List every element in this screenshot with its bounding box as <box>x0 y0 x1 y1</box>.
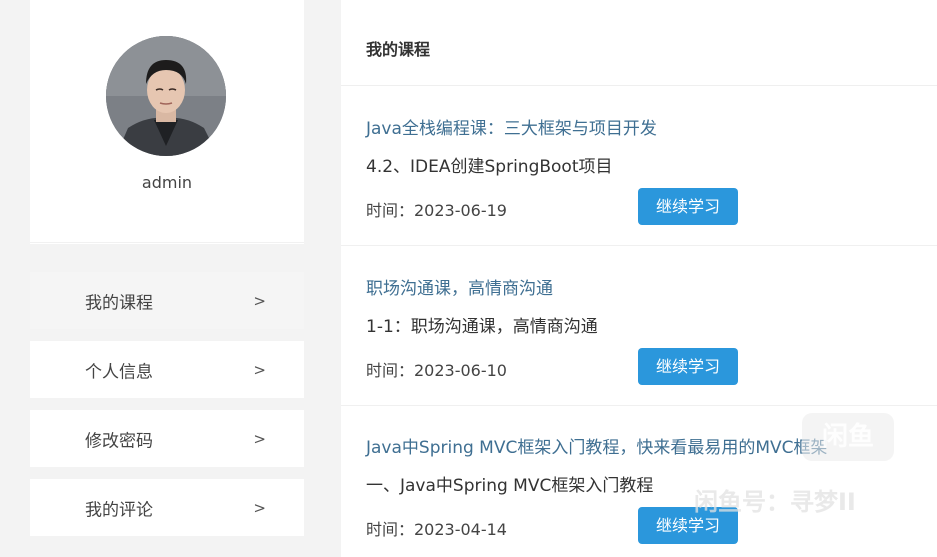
sidebar-item-label: 我的评论 <box>85 500 153 520</box>
sidebar-menu: 我的课程 > 个人信息 > 修改密码 > 我的评论 > <box>30 272 304 548</box>
chevron-right-icon: > <box>253 498 266 517</box>
watermark-logo: 闲鱼 <box>802 413 894 461</box>
course-time: 时间：2023-06-19 <box>366 201 507 220</box>
avatar[interactable] <box>106 36 226 156</box>
avatar-image <box>106 36 226 156</box>
page-title: 我的课程 <box>366 40 431 59</box>
watermark-text: 闲鱼号：寻梦II <box>694 488 856 516</box>
course-card: 职场沟通课，高情商沟通 1-1：职场沟通课，高情商沟通 时间：2023-06-1… <box>341 246 937 406</box>
course-lesson: 一、Java中Spring MVC框架入门教程 <box>366 476 654 496</box>
course-lesson: 1-1：职场沟通课，高情商沟通 <box>366 317 598 337</box>
course-title-link[interactable]: Java全栈编程课：三大框架与项目开发 <box>366 114 657 139</box>
course-title-link[interactable]: 职场沟通课，高情商沟通 <box>366 274 553 299</box>
continue-learning-button[interactable]: 继续学习 <box>638 188 738 225</box>
sidebar-item-label: 修改密码 <box>85 431 153 451</box>
course-lesson: 4.2、IDEA创建SpringBoot项目 <box>366 157 613 177</box>
chevron-right-icon: > <box>253 291 266 310</box>
chevron-right-icon: > <box>253 429 266 448</box>
course-time: 时间：2023-06-10 <box>366 361 507 380</box>
profile-card: admin <box>30 0 304 244</box>
sidebar-item-change-password[interactable]: 修改密码 > <box>30 410 304 467</box>
sidebar-item-label: 个人信息 <box>85 362 153 382</box>
profile-divider <box>30 242 304 243</box>
sidebar-item-label: 我的课程 <box>85 293 153 313</box>
page: admin 我的课程 > 个人信息 > 修改密码 > 我的评论 > 我的课程 J… <box>0 0 937 557</box>
course-time: 时间：2023-04-14 <box>366 520 507 539</box>
main-panel: 我的课程 Java全栈编程课：三大框架与项目开发 4.2、IDEA创建Sprin… <box>341 0 937 557</box>
course-card: Java全栈编程课：三大框架与项目开发 4.2、IDEA创建SpringBoot… <box>341 86 937 246</box>
chevron-right-icon: > <box>253 360 266 379</box>
username: admin <box>141 173 193 192</box>
sidebar-item-my-comments[interactable]: 我的评论 > <box>30 479 304 536</box>
sidebar-item-my-courses[interactable]: 我的课程 > <box>30 272 304 329</box>
course-title-link[interactable]: Java中Spring MVC框架入门教程，快来看最易用的MVC框架 <box>366 433 828 458</box>
sidebar-item-personal-info[interactable]: 个人信息 > <box>30 341 304 398</box>
continue-learning-button[interactable]: 继续学习 <box>638 348 738 385</box>
